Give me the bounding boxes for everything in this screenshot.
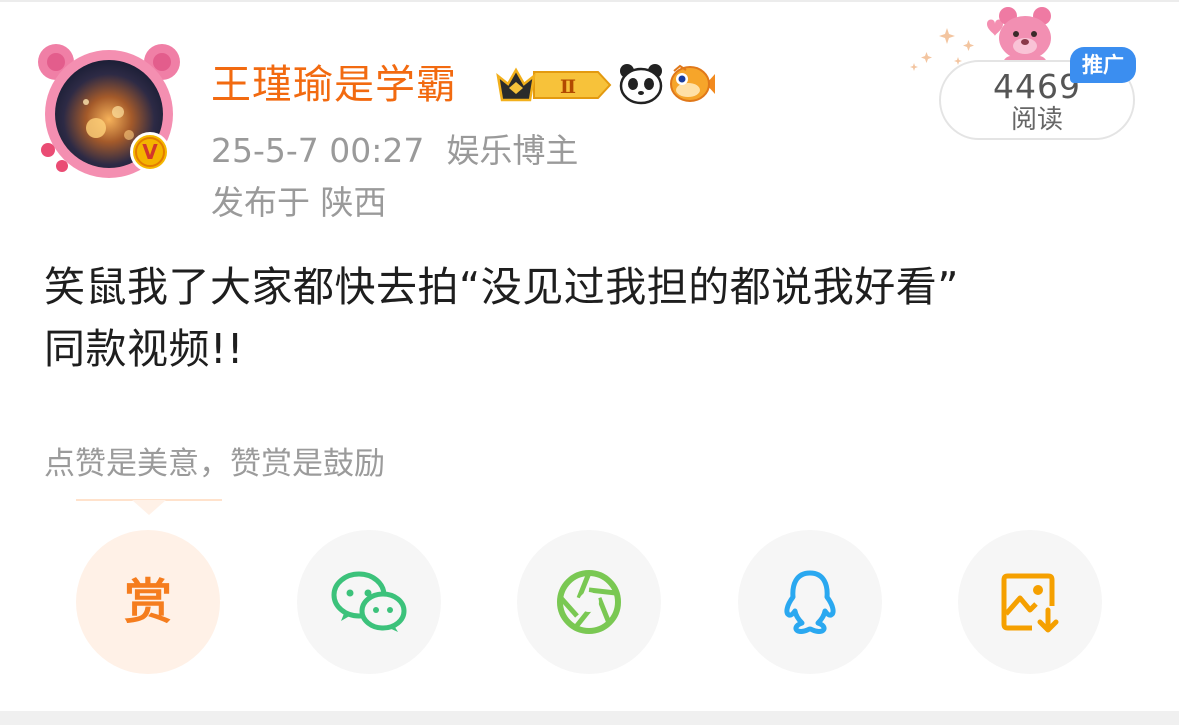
avatar[interactable]: V — [34, 40, 184, 180]
save-image-icon — [1001, 573, 1059, 633]
read-label: 阅读 — [1010, 105, 1063, 135]
post-meta: 25-5-7 00:27 娱乐博主 — [211, 130, 578, 172]
reward-button[interactable]: 赏 — [76, 530, 220, 674]
verified-badge-icon: V — [130, 132, 170, 172]
share-qq-button[interactable] — [738, 530, 882, 674]
moments-icon — [557, 570, 621, 634]
share-wechat-button[interactable] — [297, 530, 441, 674]
bottom-divider — [0, 711, 1179, 725]
share-moments-button[interactable] — [517, 530, 661, 674]
panda-icon — [619, 64, 663, 105]
fish-icon — [670, 64, 715, 102]
post-date: 25-5-7 00:27 — [211, 131, 425, 170]
save-image-button[interactable] — [958, 530, 1102, 674]
post-text-line: 笑鼠我了大家都快去拍“没见过我担的都说我好看” — [44, 263, 959, 311]
post-text-line: 同款视频!! — [44, 325, 244, 373]
username[interactable]: 王瑾瑜是学霸 — [211, 60, 457, 110]
post-content[interactable]: 笑鼠我了大家都快去拍“没见过我担的都说我好看” 同款视频!! — [44, 256, 1144, 380]
reward-tip: 点赞是美意，赞赏是鼓励 — [44, 446, 385, 482]
vip-crown-badge-icon[interactable]: Ⅱ — [494, 62, 612, 108]
tip-pointer — [76, 499, 222, 515]
wechat-icon — [331, 571, 407, 632]
top-divider — [0, 0, 1179, 2]
reward-icon: 赏 — [123, 574, 172, 630]
user-category[interactable]: 娱乐博主 — [446, 131, 578, 170]
post-location: 发布于 陕西 — [211, 183, 387, 222]
vip-level: Ⅱ — [560, 76, 576, 98]
qq-icon — [784, 570, 836, 635]
promo-tag[interactable]: 推广 — [1070, 47, 1136, 83]
